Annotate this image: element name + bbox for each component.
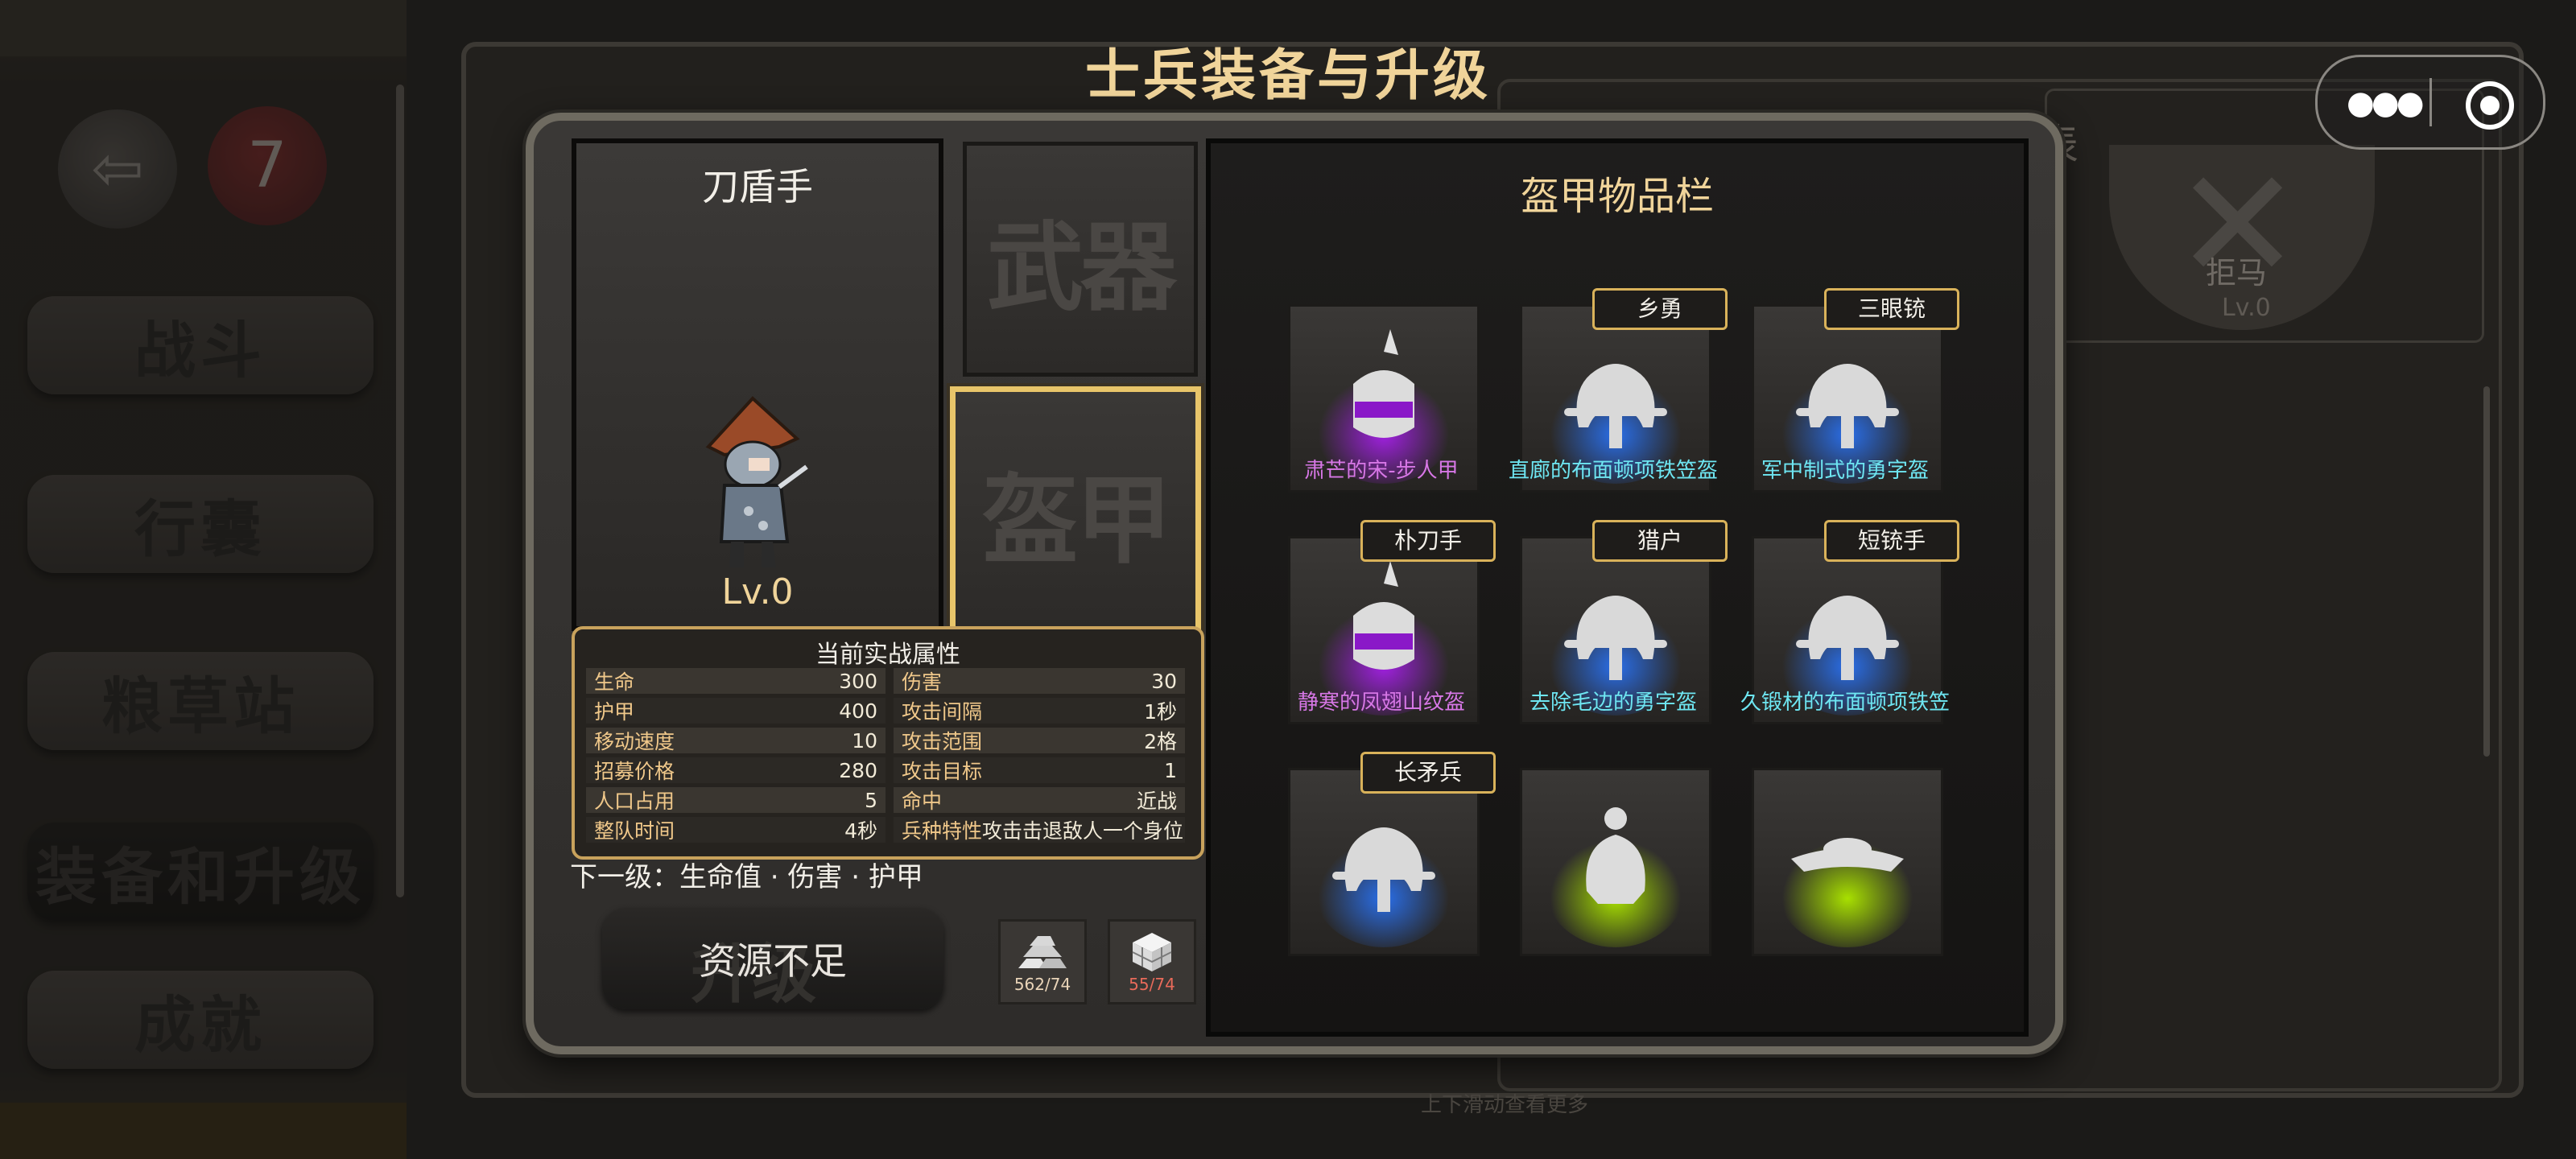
capsule-divider — [2429, 78, 2432, 126]
stat-label: 兵种特性 — [902, 819, 983, 843]
nav-scrollbar[interactable] — [396, 85, 404, 897]
stat-value: 300 — [839, 669, 877, 693]
background-scrollbar[interactable] — [2483, 386, 2490, 757]
stat-label: 生命 — [594, 670, 635, 694]
shield-swordsman-figure — [705, 396, 808, 567]
miniprogram-capsule: ●●● — [2315, 55, 2545, 150]
equipped-by-tag: 朴刀手 — [1360, 520, 1496, 562]
stat-row: 攻击范围 2格 — [894, 728, 1185, 753]
stat-value: 400 — [839, 699, 877, 723]
equipped-by-tag: 长矛兵 — [1360, 752, 1496, 794]
back-button[interactable]: ⇦ — [58, 109, 177, 229]
nav-item-achievements[interactable]: 成就 — [27, 971, 374, 1069]
inventory-title: 盔甲物品栏 — [1520, 174, 1714, 219]
equipped-by-tag: 短铳手 — [1824, 520, 1959, 562]
calendar-icon: 7 — [247, 130, 287, 202]
nav-top-band — [0, 0, 407, 56]
weapon-slot-label: 武器 — [987, 211, 1177, 324]
horse-name: 拒马 — [2206, 255, 2268, 291]
stone-amount: 55/74 — [1129, 975, 1175, 994]
inventory-item-name: 久锻材的布面顿项铁笠 — [1740, 691, 1950, 715]
stat-value: 4秒 — [844, 819, 877, 843]
stone-resource: 55/74 — [1108, 919, 1196, 1004]
upgrade-button-label: 资源不足 — [699, 939, 847, 983]
nav-item-supply-station[interactable]: 粮草站 — [27, 652, 374, 750]
stat-label: 整队时间 — [594, 819, 675, 843]
stat-label: 攻击目标 — [902, 760, 983, 783]
nav-item-battle[interactable]: 战斗 — [27, 296, 374, 394]
inventory-item-name: 静寒的凤翅山纹盔 — [1297, 691, 1465, 715]
stat-label: 招募价格 — [594, 760, 675, 783]
stone-block-icon — [1132, 933, 1172, 971]
stat-label: 人口占用 — [594, 790, 675, 813]
inventory-item[interactable] — [1288, 768, 1480, 956]
stat-row: 攻击目标 1 — [894, 757, 1185, 783]
green-helmet-icon — [1543, 807, 1688, 947]
left-nav-panel: ⇦ 7 战斗 行囊 粮草站 装备和升级 成就 — [0, 0, 407, 1159]
upgrade-button[interactable]: 升级 资源不足 — [602, 908, 943, 1012]
inventory-item[interactable] — [1752, 768, 1943, 956]
inventory-item-name: 直廊的布面顿项铁笠盔 — [1508, 459, 1718, 483]
stat-row: 整队时间 4秒 — [586, 817, 886, 843]
inventory-item-name: 军中制式的勇字盔 — [1761, 459, 1929, 483]
stat-row: 人口占用 5 — [586, 787, 886, 813]
stat-row: 护甲 400 — [586, 698, 886, 724]
nav-item-bag[interactable]: 行囊 — [27, 475, 374, 573]
stat-row: 兵种特性 攻击击退敌人一个身位 — [894, 817, 1185, 843]
inventory-item[interactable] — [1520, 768, 1711, 956]
green-hat-icon — [1775, 819, 1920, 947]
stat-label: 护甲 — [594, 700, 635, 724]
soldier-level: Lv.0 — [721, 571, 794, 612]
stat-row: 命中 近战 — [894, 787, 1185, 813]
stat-value: 1秒 — [1144, 700, 1177, 724]
stat-label: 伤害 — [902, 670, 943, 694]
stat-value: 1 — [1164, 758, 1177, 782]
iron-resource: 562/74 — [998, 919, 1087, 1004]
back-arrow-icon: ⇦ — [91, 133, 144, 205]
armor-slot-label: 盔甲 — [982, 464, 1172, 577]
stat-value: 280 — [839, 758, 877, 782]
stat-label: 命中 — [902, 790, 943, 813]
scroll-hint: 上下滑动查看更多 — [1421, 1093, 1589, 1117]
iron-ingot-icon — [1018, 936, 1067, 968]
equipped-by-tag: 三眼铳 — [1824, 288, 1959, 330]
next-level-preview: 下一级：生命值 · 伤害 · 护甲 — [570, 861, 923, 893]
iron-amount: 562/74 — [1013, 975, 1071, 994]
equipped-by-tag: 猎户 — [1592, 520, 1728, 562]
stats-title: 当前实战属性 — [815, 641, 960, 669]
stat-row: 攻击间隔 1秒 — [894, 698, 1185, 724]
stat-row: 伤害 30 — [894, 668, 1185, 694]
stats-panel: 当前实战属性 生命 300 护甲 400 移动速度 10 招募价格 280 人口占用 5 … — [572, 626, 1204, 860]
stat-label: 攻击间隔 — [902, 700, 983, 724]
inventory-item-name: 肃芒的宋-步人甲 — [1304, 459, 1459, 483]
stat-value: 攻击击退敌人一个身位 — [982, 819, 1184, 843]
stat-value: 近战 — [1136, 790, 1177, 813]
nav-bottom-band — [0, 1103, 407, 1159]
equipped-by-tag: 乡勇 — [1592, 288, 1728, 330]
stat-value: 30 — [1151, 669, 1177, 693]
stat-row: 生命 300 — [586, 668, 886, 694]
stat-row: 移动速度 10 — [586, 728, 886, 753]
stat-row: 招募价格 280 — [586, 757, 886, 783]
stat-value: 5 — [865, 788, 877, 812]
stat-value: 2格 — [1144, 730, 1177, 753]
page-title: 士兵装备与升级 — [1084, 44, 1491, 108]
soldier-name: 刀盾手 — [702, 165, 813, 208]
weapon-slot[interactable]: 武器 — [963, 142, 1198, 377]
inventory-item-name: 去除毛边的勇字盔 — [1529, 691, 1697, 715]
close-target-icon[interactable] — [2466, 81, 2514, 130]
nav-item-equipment-upgrade[interactable]: 装备和升级 — [27, 823, 374, 921]
calendar-button[interactable]: 7 — [208, 106, 327, 225]
horse-level: Lv.0 — [2222, 294, 2271, 322]
more-options-icon[interactable]: ●●● — [2347, 85, 2425, 122]
blue-helmet-icon — [1311, 819, 1456, 947]
stat-label: 攻击范围 — [902, 730, 983, 753]
armor-slot[interactable]: 盔甲 — [950, 386, 1201, 637]
stat-label: 移动速度 — [594, 730, 675, 753]
stat-value: 10 — [852, 728, 877, 753]
